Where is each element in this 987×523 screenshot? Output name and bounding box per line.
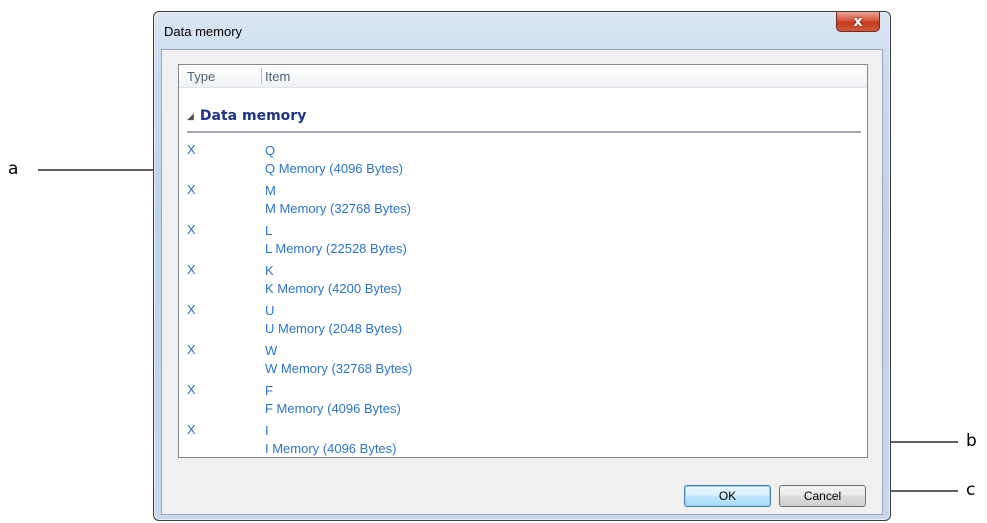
- memory-item-name: M: [265, 183, 276, 198]
- callout-label-c: c: [966, 480, 976, 500]
- dialog-client-area: Type Item ◢ Data memory X Q Q Memory (4096 …: [161, 49, 883, 515]
- memory-item-description: F Memory (4096 Bytes): [265, 401, 401, 416]
- memory-item-cell: M M Memory (32768 Bytes): [265, 182, 411, 218]
- memory-item-description: Q Memory (4096 Bytes): [265, 161, 403, 176]
- memory-item-cell: W W Memory (32768 Bytes): [265, 342, 412, 378]
- memory-type-cell: X: [187, 222, 196, 237]
- close-button[interactable]: x: [836, 12, 880, 32]
- close-icon: x: [853, 13, 863, 30]
- memory-item-cell: U U Memory (2048 Bytes): [265, 302, 402, 338]
- memory-item-description: L Memory (22528 Bytes): [265, 241, 407, 256]
- memory-item-description: K Memory (4200 Bytes): [265, 281, 402, 296]
- list-item[interactable]: X M M Memory (32768 Bytes): [179, 182, 867, 222]
- memory-list-view[interactable]: Type Item ◢ Data memory X Q Q Memory (4096 …: [178, 64, 868, 458]
- memory-item-cell: L L Memory (22528 Bytes): [265, 222, 407, 258]
- memory-item-description: U Memory (2048 Bytes): [265, 321, 403, 336]
- memory-item-cell: Q Q Memory (4096 Bytes): [265, 142, 403, 178]
- memory-item-name: Q: [265, 143, 276, 158]
- memory-item-cell: K K Memory (4200 Bytes): [265, 262, 402, 298]
- memory-item-description: I Memory (4096 Bytes): [265, 441, 397, 456]
- cancel-button[interactable]: Cancel: [779, 485, 866, 507]
- list-item[interactable]: X W W Memory (32768 Bytes): [179, 342, 867, 382]
- memory-item-name: K: [265, 263, 274, 278]
- title-bar[interactable]: Data memory x: [154, 12, 890, 48]
- column-header-type[interactable]: Type: [187, 69, 215, 84]
- list-item[interactable]: X F F Memory (4096 Bytes): [179, 382, 867, 422]
- list-item[interactable]: X I I Memory (4096 Bytes): [179, 422, 867, 457]
- memory-item-name: F: [265, 383, 273, 398]
- list-header: Type Item: [179, 65, 867, 88]
- memory-type-cell: X: [187, 182, 196, 197]
- callout-label-b: b: [966, 431, 977, 451]
- memory-item-name: U: [265, 303, 275, 318]
- list-item[interactable]: X U U Memory (2048 Bytes): [179, 302, 867, 342]
- callout-label-a: a: [8, 159, 19, 179]
- memory-type-cell: X: [187, 342, 196, 357]
- data-memory-dialog: Data memory x Type Item ◢ Data memory X QQ…: [153, 11, 891, 521]
- memory-item-cell: F F Memory (4096 Bytes): [265, 382, 401, 418]
- memory-item-name: W: [265, 343, 278, 358]
- dialog-title: Data memory: [164, 24, 243, 39]
- list-item[interactable]: X Q Q Memory (4096 Bytes): [179, 142, 867, 182]
- group-divider: [187, 131, 861, 133]
- memory-type-cell: X: [187, 422, 196, 437]
- column-header-item[interactable]: Item: [265, 69, 290, 84]
- memory-type-cell: X: [187, 142, 196, 157]
- memory-item-name: I: [265, 423, 269, 438]
- memory-type-cell: X: [187, 382, 196, 397]
- list-item[interactable]: X K K Memory (4200 Bytes): [179, 262, 867, 302]
- memory-type-cell: X: [187, 262, 196, 277]
- memory-item-cell: I I Memory (4096 Bytes): [265, 422, 397, 457]
- memory-item-name: L: [265, 223, 273, 238]
- memory-item-description: M Memory (32768 Bytes): [265, 201, 411, 216]
- column-separator[interactable]: [261, 68, 262, 84]
- list-item[interactable]: X L L Memory (22528 Bytes): [179, 222, 867, 262]
- ok-button[interactable]: OK: [684, 485, 771, 507]
- group-title: Data memory: [199, 108, 307, 124]
- memory-item-description: W Memory (32768 Bytes): [265, 361, 413, 376]
- collapse-triangle-icon[interactable]: ◢: [187, 112, 194, 122]
- group-header-data-memory[interactable]: ◢ Data memory: [187, 108, 306, 124]
- memory-type-cell: X: [187, 302, 196, 317]
- column-separator[interactable]: [867, 68, 868, 84]
